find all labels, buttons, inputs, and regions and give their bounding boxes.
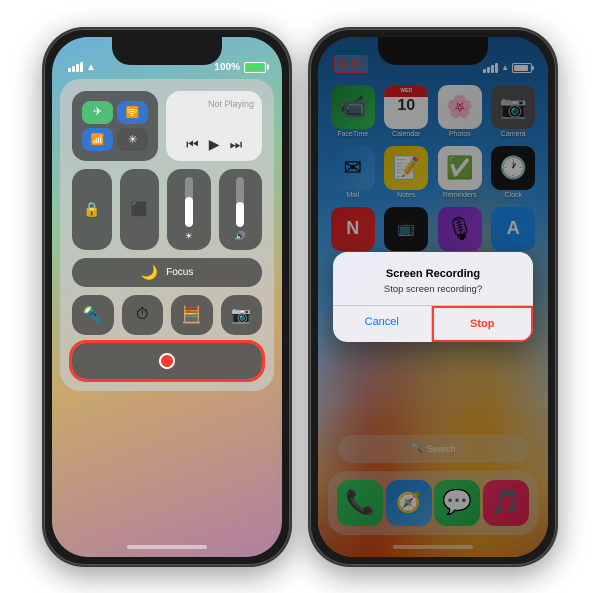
rotation-lock-btn[interactable]: 🔒 <box>72 169 112 250</box>
cc-row-3: 🌙 Focus <box>72 258 262 287</box>
wifi-icon: ▲ <box>86 62 96 73</box>
moon-icon: 🌙 <box>141 264 158 281</box>
status-left: ▲ <box>68 62 96 73</box>
airplane-btn[interactable]: ✈ <box>82 101 113 124</box>
vol-up-button-2[interactable] <box>308 119 310 154</box>
next-btn[interactable]: ⏭ <box>230 136 243 153</box>
home-screen: 9:41 ▲ <box>318 37 548 557</box>
volume-track <box>236 177 244 227</box>
volume-slider[interactable]: 🔊 <box>219 169 263 250</box>
cell-icon: 📶 <box>91 133 105 146</box>
bluetooth-icon: ✳ <box>128 133 137 146</box>
home-indicator-1 <box>127 545 207 549</box>
cc-row-1: ✈ 🛜 📶 ✳ <box>72 91 262 161</box>
media-tile: Not Playing ⏮ ▶ ⏭ <box>166 91 262 161</box>
timer-icon: ⏱ <box>136 306 148 324</box>
rotation-icon: 🔒 <box>83 201 100 218</box>
alert-message: Stop screen recording? <box>349 284 517 295</box>
vol-up-button[interactable] <box>42 119 44 154</box>
phones-container: ▲ 100% ✈ <box>0 0 600 593</box>
bluetooth-btn[interactable]: ✳ <box>117 128 148 151</box>
record-dot <box>159 353 175 369</box>
vol-down-button[interactable] <box>42 164 44 199</box>
camera-cc-btn[interactable]: 📷 <box>221 295 263 335</box>
mirror-icon: ⬛ <box>131 201 148 218</box>
airplane-icon: ✈ <box>93 105 102 118</box>
media-controls: ⏮ ▶ ⏭ <box>174 136 254 153</box>
alert-title: Screen Recording <box>349 268 517 280</box>
wifi-btn[interactable]: 🛜 <box>117 101 148 124</box>
side-button-2[interactable] <box>556 139 558 199</box>
phone-2-screen: 9:41 ▲ <box>318 37 548 557</box>
brightness-track <box>185 177 193 227</box>
signal-icon <box>68 62 83 72</box>
brightness-icon: ☀ <box>185 231 193 242</box>
battery-fill <box>246 64 264 71</box>
volume-icon: 🔊 <box>235 231 246 242</box>
alert-content: Screen Recording Stop screen recording? <box>333 252 533 305</box>
alert-buttons: Cancel Stop <box>333 305 533 342</box>
network-tile: ✈ 🛜 📶 ✳ <box>72 91 158 161</box>
calculator-btn[interactable]: 🧮 <box>171 295 213 335</box>
focus-btn[interactable]: 🌙 Focus <box>72 258 262 287</box>
cc-row-2: 🔒 ⬛ ☀ <box>72 169 262 250</box>
flashlight-icon: 🔦 <box>83 305 103 325</box>
vol-down-button-2[interactable] <box>308 164 310 199</box>
battery-percent: 100% <box>214 62 240 73</box>
now-playing-label: Not Playing <box>174 99 254 109</box>
phone-1-screen: ▲ 100% ✈ <box>52 37 282 557</box>
camera-icon: 📷 <box>231 305 251 325</box>
alert-dialog: Screen Recording Stop screen recording? … <box>333 252 533 342</box>
status-right: 100% <box>214 62 266 73</box>
brightness-slider[interactable]: ☀ <box>167 169 211 250</box>
prev-btn[interactable]: ⏮ <box>186 136 199 153</box>
stop-button[interactable]: Stop <box>432 306 534 342</box>
cell-btn[interactable]: 📶 <box>82 128 113 151</box>
timer-btn[interactable]: ⏱ <box>122 295 164 335</box>
brightness-fill <box>185 197 193 227</box>
alert-overlay: Screen Recording Stop screen recording? … <box>318 37 548 557</box>
control-center-panel: ✈ 🛜 📶 ✳ <box>60 79 274 391</box>
control-center-screen: ▲ 100% ✈ <box>52 37 282 557</box>
cancel-button[interactable]: Cancel <box>333 306 432 342</box>
phone-2: 9:41 ▲ <box>308 27 558 567</box>
volume-fill <box>236 202 244 227</box>
cc-row-5 <box>72 343 262 379</box>
screen-record-btn[interactable] <box>72 343 262 379</box>
side-button[interactable] <box>290 139 292 199</box>
play-btn[interactable]: ▶ <box>209 136 220 153</box>
screen-mirror-btn[interactable]: ⬛ <box>120 169 160 250</box>
cc-row-4: 🔦 ⏱ 🧮 📷 <box>72 295 262 335</box>
focus-label: Focus <box>166 267 193 278</box>
phone-1: ▲ 100% ✈ <box>42 27 292 567</box>
calculator-icon: 🧮 <box>182 305 202 325</box>
wifi-icon-cc: 🛜 <box>126 106 140 119</box>
flashlight-btn[interactable]: 🔦 <box>72 295 114 335</box>
battery-icon <box>244 62 266 73</box>
notch-1 <box>112 37 222 65</box>
